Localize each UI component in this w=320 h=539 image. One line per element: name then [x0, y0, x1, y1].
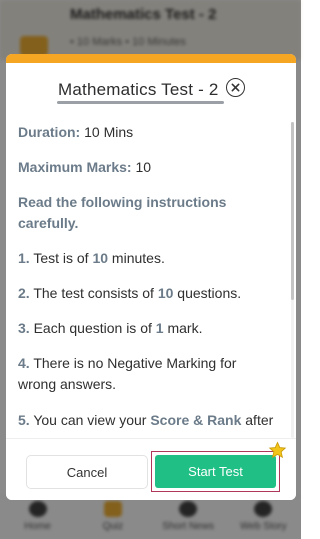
duration-label: Duration: [18, 124, 81, 140]
instruction-text: Test is of [33, 250, 93, 266]
instruction-text-end: questions. [173, 285, 242, 301]
instruction-text: Each question is of [33, 320, 156, 336]
instruction-highlight: 10 [157, 285, 174, 301]
instruction-highlight: Score & Rank [150, 412, 242, 428]
instruction-number: 1. [18, 250, 30, 266]
instruction-text: There is no Negative Marking for wrong a… [18, 355, 237, 392]
star-icon [268, 441, 287, 459]
instruction-number: 5. [18, 412, 30, 428]
modal-title: Mathematics Test - 2 [58, 80, 219, 99]
instruction-highlight: 10 [92, 250, 109, 266]
scrollbar-thumb[interactable] [291, 122, 294, 300]
instruction-number: 2. [18, 285, 30, 301]
max-marks-row: Maximum Marks: 10 [18, 157, 288, 178]
instruction-text-end: mark. [163, 320, 203, 336]
close-icon[interactable] [226, 78, 245, 97]
duration-value: 10 Mins [84, 124, 134, 140]
instruction-item: 4. There is no Negative Marking for wron… [18, 353, 268, 395]
start-button-focus-ring: Start Test [151, 451, 280, 492]
max-marks-label: Maximum Marks: [18, 159, 132, 175]
title-underline [57, 101, 224, 104]
instruction-text-end: minutes. [108, 250, 165, 266]
instructions-scroll-area[interactable]: Duration: 10 Mins Maximum Marks: 10 Read… [18, 122, 288, 438]
instruction-number: 4. [18, 355, 30, 371]
instruction-number: 3. [18, 320, 30, 336]
test-instructions-modal: Mathematics Test - 2 Duration: 10 Mins M… [6, 54, 296, 500]
instruction-item: 2. The test consists of 10 questions. [18, 283, 288, 304]
instruction-highlight: 1 [155, 320, 164, 336]
instruction-item: 3. Each question is of 1 mark. [18, 318, 288, 339]
instruction-text-end: after [241, 412, 274, 428]
modal-accent-bar [6, 54, 296, 63]
duration-row: Duration: 10 Mins [18, 122, 288, 143]
instructions-heading: Read the following instructions carefull… [18, 194, 227, 231]
max-marks-value: 10 [135, 159, 152, 175]
instruction-item: 5. You can view your Score & Rank after [18, 410, 288, 431]
start-test-button[interactable]: Start Test [155, 455, 276, 488]
instruction-text: You can view your [33, 412, 151, 428]
instruction-text: The test consists of [33, 285, 158, 301]
cancel-button[interactable]: Cancel [26, 455, 148, 489]
modal-footer: Cancel Start Test [6, 438, 296, 500]
instruction-item: 1. Test is of 10 minutes. [18, 248, 288, 269]
